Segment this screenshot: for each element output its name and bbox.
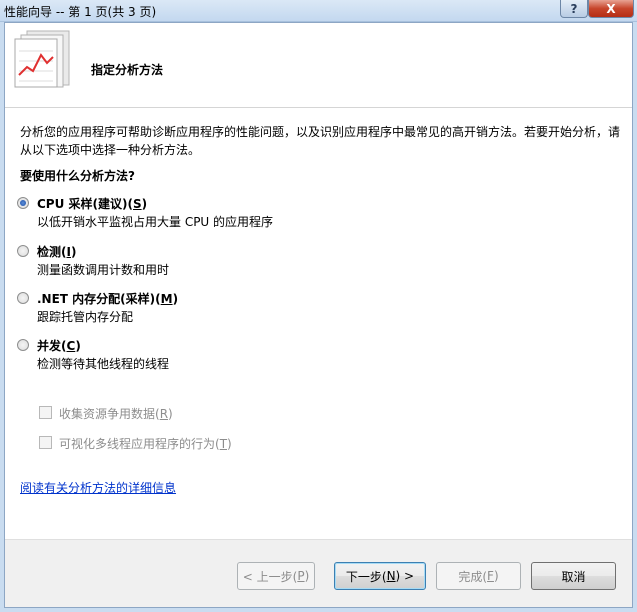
close-button[interactable]: X — [588, 0, 634, 18]
cancel-button[interactable]: 取消 — [531, 562, 616, 590]
option-label: CPU 采样(建议)(S) — [37, 197, 148, 211]
page-title: 指定分析方法 — [91, 63, 164, 77]
option-description: 跟踪托管内存分配 — [37, 310, 134, 324]
wizard-body: 分析您的应用程序可帮助诊断应用程序的性能问题，以及识别应用程序中最常见的高开销方… — [5, 109, 632, 539]
next-button[interactable]: 下一步(N) > — [334, 562, 426, 590]
checkbox-label-visualize-threads: 可视化多线程应用程序的行为(T) — [59, 437, 232, 451]
wizard-window: 指定分析方法 分析您的应用程序可帮助诊断应用程序的性能问题，以及识别应用程序中最… — [4, 22, 633, 608]
learn-more-link[interactable]: 阅读有关分析方法的详细信息 — [20, 479, 176, 496]
back-button[interactable]: < 上一步(P) — [237, 562, 315, 590]
option-description: 检测等待其他线程的线程 — [37, 357, 170, 371]
title-bar: 性能向导 -- 第 1 页(共 3 页) ? X — [0, 0, 637, 22]
option-label: 检测(I) — [37, 245, 77, 259]
radio-cpu-sampling[interactable] — [17, 197, 29, 209]
option-label: .NET 内存分配(采样)(M) — [37, 292, 179, 306]
radio-instrumentation[interactable] — [17, 245, 29, 257]
option-description: 以低开销水平监视占用大量 CPU 的应用程序 — [37, 215, 274, 229]
option-label: 并发(C) — [37, 339, 81, 353]
wizard-footer: < 上一步(P) 下一步(N) > 完成(F) 取消 — [5, 539, 632, 607]
help-button[interactable]: ? — [560, 0, 588, 18]
question-label: 要使用什么分析方法? — [20, 169, 135, 183]
radio-concurrency[interactable] — [17, 339, 29, 351]
checkbox-collect-contention[interactable] — [39, 406, 52, 419]
window-title: 性能向导 -- 第 1 页(共 3 页) — [4, 5, 157, 19]
finish-button[interactable]: 完成(F) — [436, 562, 521, 590]
option-description: 测量函数调用计数和用时 — [37, 263, 170, 277]
checkbox-visualize-threads[interactable] — [39, 436, 52, 449]
radio-memory-allocation[interactable] — [17, 292, 29, 304]
performance-chart-icon — [14, 30, 70, 88]
intro-text: 分析您的应用程序可帮助诊断应用程序的性能问题，以及识别应用程序中最常见的高开销方… — [20, 125, 621, 157]
checkbox-label-collect-contention: 收集资源争用数据(R) — [59, 407, 173, 421]
wizard-header: 指定分析方法 — [5, 23, 632, 108]
